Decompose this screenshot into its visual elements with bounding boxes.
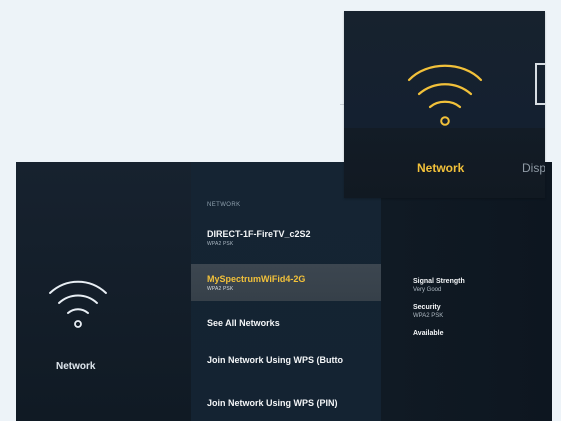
signal-strength-block: Signal Strength Very Good bbox=[413, 278, 523, 294]
security-value: WPA2 PSK bbox=[413, 313, 444, 319]
network-section-title: NETWORK bbox=[207, 202, 241, 208]
network-category-label: Network bbox=[56, 361, 96, 372]
display-icon-fragment bbox=[535, 63, 545, 105]
network-item-security: WPA2 PSK bbox=[207, 286, 234, 292]
action-label: See All Networks bbox=[207, 318, 280, 328]
network-item-security: WPA2 PSK bbox=[207, 241, 234, 247]
see-all-networks-item[interactable]: See All Networks bbox=[207, 318, 371, 334]
join-wps-button-item[interactable]: Join Network Using WPS (Butto bbox=[207, 355, 371, 371]
left-category-pane: Network bbox=[16, 162, 191, 421]
network-list-pane: NETWORK DIRECT-1F-FireTV_c2S2 WPA2 PSK M… bbox=[191, 162, 381, 421]
action-label: Join Network Using WPS (PIN) bbox=[207, 398, 338, 408]
security-block: Security WPA2 PSK bbox=[413, 304, 523, 320]
network-item-selected[interactable]: MySpectrumWiFid4-2G WPA2 PSK bbox=[191, 264, 381, 301]
action-label: Join Network Using WPS (Butto bbox=[207, 355, 343, 365]
fire-tv-network-screen: s Network NETWORK DIRECT-1F-FireTV_c2S2 … bbox=[16, 162, 552, 421]
join-wps-pin-item[interactable]: Join Network Using WPS (PIN) bbox=[207, 398, 371, 414]
network-item-direct-firetv[interactable]: DIRECT-1F-FireTV_c2S2 WPA2 PSK bbox=[207, 229, 371, 254]
network-details: Signal Strength Very Good Security WPA2 … bbox=[413, 278, 523, 338]
zoomed-network-label: Network bbox=[417, 161, 465, 175]
signal-strength-label: Signal Strength bbox=[413, 278, 465, 285]
signal-strength-value: Very Good bbox=[413, 287, 442, 293]
zoomed-network-tab: Network Disp bbox=[344, 11, 545, 198]
security-label: Security bbox=[413, 304, 441, 311]
zoomed-next-tab-label: Disp bbox=[522, 161, 545, 175]
wifi-icon bbox=[407, 64, 483, 126]
network-item-name: MySpectrumWiFid4-2G bbox=[207, 274, 306, 284]
wifi-icon bbox=[49, 280, 107, 328]
network-details-pane: Signal Strength Very Good Security WPA2 … bbox=[381, 162, 552, 421]
network-item-name: DIRECT-1F-FireTV_c2S2 bbox=[207, 229, 311, 239]
availability-status: Available bbox=[413, 330, 444, 337]
